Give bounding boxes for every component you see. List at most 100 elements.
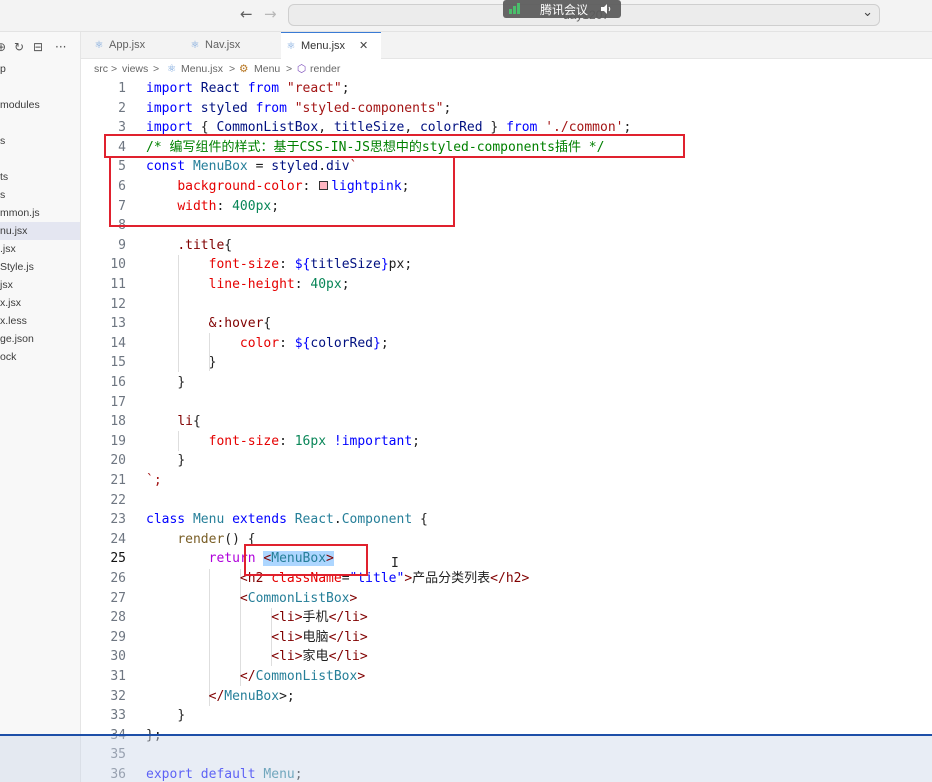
code-line: class Menu extends React.Component { [146, 512, 428, 528]
chevron-down-icon[interactable]: ⌄ [862, 5, 873, 20]
explorer-item[interactable]: s [0, 186, 80, 204]
explorer-item[interactable]: ge.json [0, 330, 80, 348]
code-line: } [177, 708, 186, 724]
close-icon[interactable]: ✕ [359, 33, 368, 60]
breadcrumb-separator: > [153, 63, 160, 75]
code-line: } [177, 375, 186, 390]
line-number: 33 [110, 708, 126, 724]
breadcrumb-item[interactable]: Menu.jsx [181, 63, 223, 75]
forward-arrow-icon[interactable]: → [264, 5, 277, 23]
react-icon: ⚛ [190, 40, 200, 51]
line-number: 12 [110, 296, 126, 312]
explorer-item[interactable]: Style.js [0, 258, 80, 276]
new-file-icon[interactable]: ⊕ [0, 40, 6, 54]
breadcrumb-separator: > [111, 63, 118, 75]
line-number: 17 [110, 394, 126, 410]
explorer-item[interactable]: ts [0, 168, 80, 186]
code-line: <li>电脑</li> [271, 629, 368, 645]
annotation-box-styled-div [109, 156, 455, 227]
method-icon: ⬡ [297, 63, 307, 75]
line-number: 9 [118, 237, 126, 253]
line-number: 24 [110, 531, 126, 547]
explorer-item[interactable]: modules [0, 96, 80, 114]
line-number: 26 [110, 571, 126, 586]
breadcrumb-item[interactable]: Menu [254, 63, 280, 75]
code-line: <CommonListBox> [239, 590, 358, 606]
more-actions-icon[interactable]: ··· [55, 40, 66, 54]
code-line: .title{ [177, 237, 233, 253]
breadcrumb-item[interactable]: views [122, 63, 148, 75]
title-bar: ← → day1207 ⌄ 腾讯会议 [0, 0, 932, 32]
annotation-box-comment [104, 134, 685, 158]
line-number: 10 [110, 257, 126, 273]
code-line: line-height: 40px; [208, 277, 350, 292]
explorer-item[interactable]: .jsx [0, 240, 80, 258]
line-number: 15 [110, 355, 126, 371]
line-number: 32 [110, 688, 126, 704]
line-number-current: 25 [110, 551, 126, 567]
refresh-icon[interactable]: ↻ [14, 40, 24, 54]
tab-label: Menu.jsx [301, 40, 346, 52]
line-number: 18 [110, 414, 126, 430]
speaker-icon [601, 4, 611, 14]
breadcrumb-separator: > [286, 63, 293, 75]
explorer-item-active[interactable]: nu.jsx [0, 222, 80, 240]
code-line: <li>家电</li> [271, 649, 368, 665]
breadcrumb-item[interactable]: render [310, 63, 340, 75]
line-number: 13 [110, 316, 126, 332]
react-icon: ⚛ [167, 63, 177, 75]
class-icon: ⚙ [239, 63, 249, 75]
signal-icon [509, 3, 523, 14]
meeting-overlay-label: 腾讯会议 [540, 3, 589, 17]
line-number: 30 [110, 649, 126, 665]
line-number: 1 [118, 81, 126, 96]
annotation-box-menubox [244, 544, 368, 576]
code-line: &:hover{ [208, 316, 272, 332]
editor-tab-bar: ⚛ App.jsx ⚛ Nav.jsx ⚛ Menu.jsx ✕ [81, 32, 932, 59]
line-number: 20 [110, 453, 126, 469]
tab-nav-jsx[interactable]: ⚛ Nav.jsx [185, 32, 281, 59]
explorer-item[interactable]: p [0, 60, 80, 78]
code-line: </MenuBox>; [208, 688, 295, 704]
code-line: <li>手机</li> [271, 610, 368, 626]
line-number: 14 [110, 335, 126, 351]
explorer-item[interactable]: x.jsx [0, 294, 80, 312]
code-line: color: ${colorRed}; [239, 335, 389, 351]
code-line: font-size: 16px !important; [208, 433, 420, 449]
code-line: } [177, 453, 186, 469]
code-line: `; [146, 473, 162, 488]
breadcrumb-separator: > [229, 63, 236, 75]
explorer-item[interactable]: mmon.js [0, 204, 80, 222]
code-line: render() { [177, 531, 256, 547]
react-icon: ⚛ [286, 41, 296, 52]
line-number: 11 [110, 277, 126, 292]
explorer-item[interactable]: s [0, 132, 80, 150]
back-arrow-icon[interactable]: ← [240, 5, 253, 23]
code-line: import React from "react"; [146, 81, 350, 96]
code-line: li{ [177, 414, 201, 430]
line-number: 28 [110, 610, 126, 626]
tab-menu-jsx[interactable]: ⚛ Menu.jsx ✕ [281, 32, 381, 59]
explorer-item[interactable]: jsx [0, 276, 80, 294]
code-line: </CommonListBox> [239, 669, 366, 684]
tab-app-jsx[interactable]: ⚛ App.jsx [89, 32, 185, 59]
code-editor[interactable]: 1 2 3 4 5 6 7 8 9 10 11 12 13 14 15 16 1… [81, 79, 932, 782]
code-line: import styled from "styled-components"; [146, 100, 452, 116]
explorer-sidebar: ⊕ ↻ ⊟ ··· p modules s ts s mmon.js nu.js… [0, 32, 81, 782]
collapse-all-icon[interactable]: ⊟ [33, 40, 43, 54]
breadcrumb: src > views > ⚛ Menu.jsx > ⚙ Menu > ⬡ re… [81, 59, 932, 79]
explorer-item[interactable]: x.less [0, 312, 80, 330]
line-number: 31 [110, 669, 126, 684]
code-line: } [208, 355, 217, 371]
line-number: 16 [110, 375, 126, 390]
breadcrumb-item[interactable]: src [94, 63, 108, 75]
line-number: 23 [110, 512, 126, 528]
line-number: 29 [110, 629, 126, 645]
explorer-item[interactable]: ock [0, 348, 80, 366]
line-number: 19 [110, 433, 126, 449]
text-cursor-icon: I [391, 556, 399, 571]
react-icon: ⚛ [94, 40, 104, 51]
code-line: font-size: ${titleSize}px; [208, 257, 413, 273]
line-number: 2 [118, 100, 126, 116]
meeting-overlay[interactable]: 腾讯会议 [503, 0, 621, 18]
